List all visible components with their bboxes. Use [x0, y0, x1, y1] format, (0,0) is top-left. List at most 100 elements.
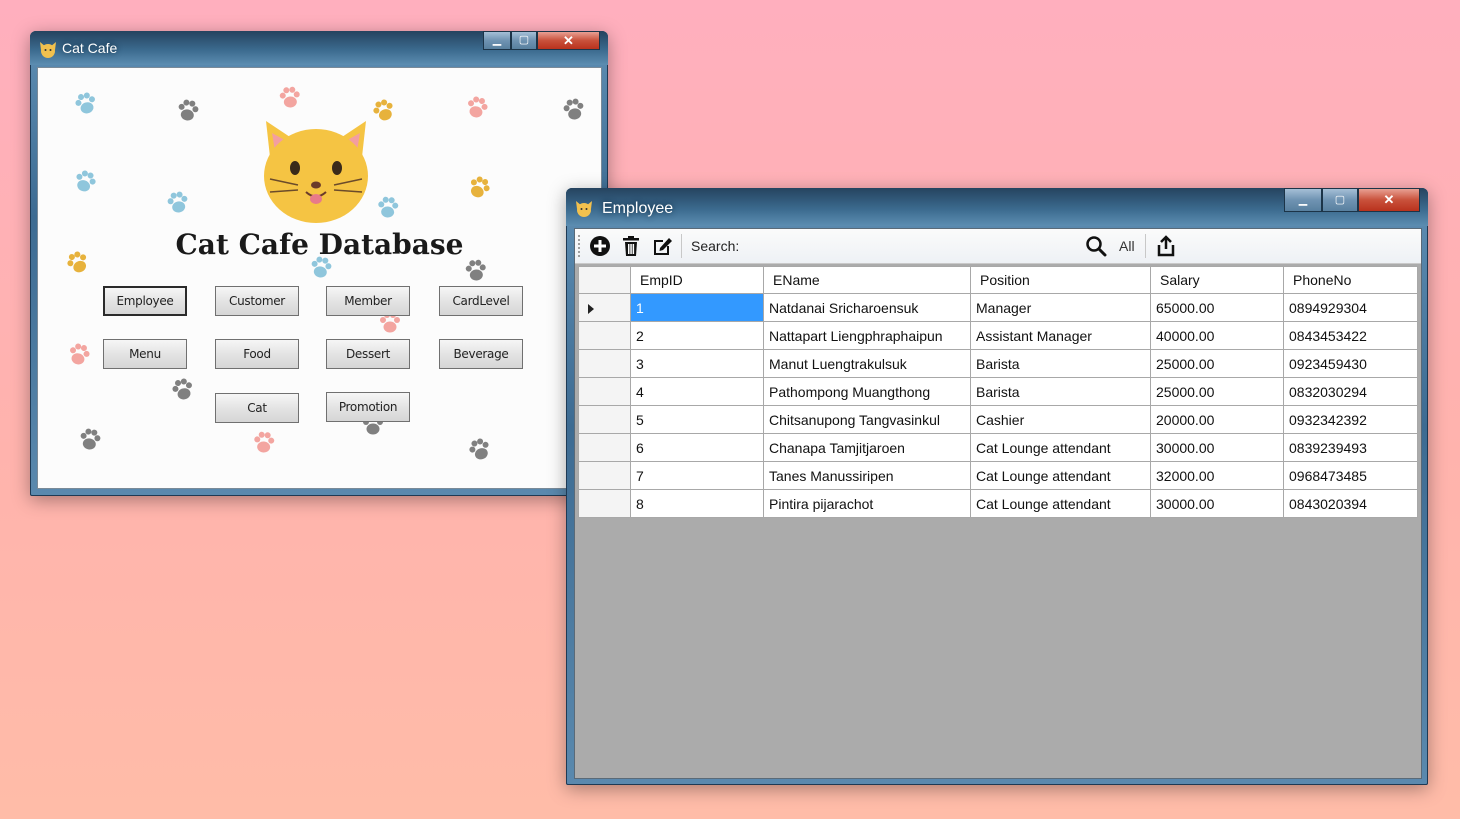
- all-filter-label[interactable]: All: [1119, 238, 1135, 254]
- cell-phoneno[interactable]: 0832030294: [1283, 377, 1418, 406]
- delete-icon[interactable]: [620, 235, 642, 257]
- cell-empid[interactable]: 8: [630, 489, 764, 518]
- table-row[interactable]: 7 Tanes Manussiripen Cat Lounge attendan…: [578, 461, 1418, 490]
- window-title: Cat Cafe: [62, 40, 118, 56]
- cell-ename[interactable]: Nattapart Liengphraphaipun: [763, 321, 971, 350]
- row-header[interactable]: [578, 489, 631, 518]
- cell-phoneno[interactable]: 0968473485: [1283, 461, 1418, 490]
- cat-cafe-client-area: Cat Cafe Database Employee Customer Memb…: [37, 67, 602, 489]
- cell-phoneno[interactable]: 0894929304: [1283, 293, 1418, 322]
- cell-position[interactable]: Cashier: [970, 405, 1151, 434]
- cell-phoneno[interactable]: 0843020394: [1283, 489, 1418, 518]
- table-row[interactable]: 1 Natdanai Sricharoensuk Manager 65000.0…: [578, 293, 1418, 322]
- row-header[interactable]: [578, 433, 631, 462]
- database-title: Cat Cafe Database: [175, 228, 464, 261]
- minimize-button[interactable]: ▁: [483, 31, 511, 50]
- cell-position[interactable]: Manager: [970, 293, 1151, 322]
- table-row[interactable]: 2 Nattapart Liengphraphaipun Assistant M…: [578, 321, 1418, 350]
- table-row[interactable]: 4 Pathompong Muangthong Barista 25000.00…: [578, 377, 1418, 406]
- cell-ename[interactable]: Pintira pijarachot: [763, 489, 971, 518]
- cell-salary[interactable]: 20000.00: [1150, 405, 1284, 434]
- maximize-button[interactable]: ▢: [511, 31, 537, 50]
- member-button[interactable]: Member: [326, 286, 410, 316]
- cell-ename[interactable]: Natdanai Sricharoensuk: [763, 293, 971, 322]
- export-icon[interactable]: [1155, 235, 1177, 257]
- cat-cafe-window: Cat Cafe ▁ ▢ ✕ Cat Cafe Database Employe…: [30, 31, 608, 496]
- cell-empid[interactable]: 2: [630, 321, 764, 350]
- edit-icon[interactable]: [651, 235, 673, 257]
- dessert-button[interactable]: Dessert: [326, 339, 410, 369]
- table-row[interactable]: 5 Chitsanupong Tangvasinkul Cashier 2000…: [578, 405, 1418, 434]
- cell-salary[interactable]: 65000.00: [1150, 293, 1284, 322]
- column-header-empid[interactable]: EmpID: [630, 266, 764, 294]
- cell-position[interactable]: Barista: [970, 377, 1151, 406]
- add-icon[interactable]: [589, 235, 611, 257]
- cell-ename[interactable]: Chitsanupong Tangvasinkul: [763, 405, 971, 434]
- cell-salary[interactable]: 32000.00: [1150, 461, 1284, 490]
- cell-salary[interactable]: 25000.00: [1150, 377, 1284, 406]
- table-row[interactable]: 8 Pintira pijarachot Cat Lounge attendan…: [578, 489, 1418, 518]
- row-header[interactable]: [578, 405, 631, 434]
- table-row[interactable]: 6 Chanapa Tamjitjaroen Cat Lounge attend…: [578, 433, 1418, 462]
- toolbar: Search: All: [575, 229, 1421, 264]
- employee-button[interactable]: Employee: [103, 286, 187, 316]
- cell-empid[interactable]: 1: [630, 293, 764, 322]
- cell-empid[interactable]: 6: [630, 433, 764, 462]
- search-label: Search:: [691, 238, 740, 254]
- row-header-corner[interactable]: [578, 266, 631, 294]
- cell-empid[interactable]: 5: [630, 405, 764, 434]
- cell-phoneno[interactable]: 0839239493: [1283, 433, 1418, 462]
- cat-face-icon: [40, 42, 56, 58]
- cardlevel-button[interactable]: CardLevel: [439, 286, 523, 316]
- column-header-position[interactable]: Position: [970, 266, 1151, 294]
- cell-salary[interactable]: 30000.00: [1150, 433, 1284, 462]
- minimize-button[interactable]: ▁: [1284, 188, 1322, 212]
- cell-position[interactable]: Cat Lounge attendant: [970, 489, 1151, 518]
- cell-empid[interactable]: 3: [630, 349, 764, 378]
- header-row: EmpID EName Position Salary PhoneNo: [578, 266, 1418, 294]
- toolbar-separator: [681, 234, 682, 258]
- maximize-button[interactable]: ▢: [1322, 188, 1358, 212]
- search-icon[interactable]: [1085, 235, 1107, 257]
- cell-empid[interactable]: 7: [630, 461, 764, 490]
- window-title: Employee: [602, 200, 674, 217]
- cell-salary[interactable]: 25000.00: [1150, 349, 1284, 378]
- promotion-button[interactable]: Promotion: [326, 392, 410, 422]
- cell-empid[interactable]: 4: [630, 377, 764, 406]
- employee-data-grid[interactable]: EmpID EName Position Salary PhoneNo 1 Na…: [578, 266, 1418, 518]
- cell-ename[interactable]: Pathompong Muangthong: [763, 377, 971, 406]
- column-header-salary[interactable]: Salary: [1150, 266, 1284, 294]
- column-header-phoneno[interactable]: PhoneNo: [1283, 266, 1418, 294]
- cell-salary[interactable]: 30000.00: [1150, 489, 1284, 518]
- employee-client-area: Search: All EmpID EName Position Salary …: [574, 228, 1422, 779]
- close-button[interactable]: ✕: [1358, 188, 1420, 212]
- cat-button[interactable]: Cat: [215, 393, 299, 423]
- cell-phoneno[interactable]: 0923459430: [1283, 349, 1418, 378]
- table-row[interactable]: 3 Manut Luengtrakulsuk Barista 25000.00 …: [578, 349, 1418, 378]
- food-button[interactable]: Food: [215, 339, 299, 369]
- cell-position[interactable]: Cat Lounge attendant: [970, 461, 1151, 490]
- cell-phoneno[interactable]: 0932342392: [1283, 405, 1418, 434]
- cell-ename[interactable]: Manut Luengtrakulsuk: [763, 349, 971, 378]
- beverage-button[interactable]: Beverage: [439, 339, 523, 369]
- row-header[interactable]: [578, 321, 631, 350]
- row-header[interactable]: [578, 293, 631, 322]
- cell-position[interactable]: Barista: [970, 349, 1151, 378]
- menu-button[interactable]: Menu: [103, 339, 187, 369]
- cell-ename[interactable]: Chanapa Tamjitjaroen: [763, 433, 971, 462]
- cell-phoneno[interactable]: 0843453422: [1283, 321, 1418, 350]
- close-button[interactable]: ✕: [537, 31, 600, 50]
- cell-position[interactable]: Assistant Manager: [970, 321, 1151, 350]
- customer-button[interactable]: Customer: [215, 286, 299, 316]
- row-header[interactable]: [578, 377, 631, 406]
- cat-cafe-titlebar[interactable]: Cat Cafe ▁ ▢ ✕: [30, 31, 608, 65]
- toolbar-separator: [1145, 234, 1146, 258]
- search-input[interactable]: [747, 233, 1081, 259]
- row-header[interactable]: [578, 461, 631, 490]
- cell-ename[interactable]: Tanes Manussiripen: [763, 461, 971, 490]
- row-header[interactable]: [578, 349, 631, 378]
- column-header-ename[interactable]: EName: [763, 266, 971, 294]
- cell-salary[interactable]: 40000.00: [1150, 321, 1284, 350]
- employee-titlebar[interactable]: Employee ▁ ▢ ✕: [566, 188, 1428, 226]
- cell-position[interactable]: Cat Lounge attendant: [970, 433, 1151, 462]
